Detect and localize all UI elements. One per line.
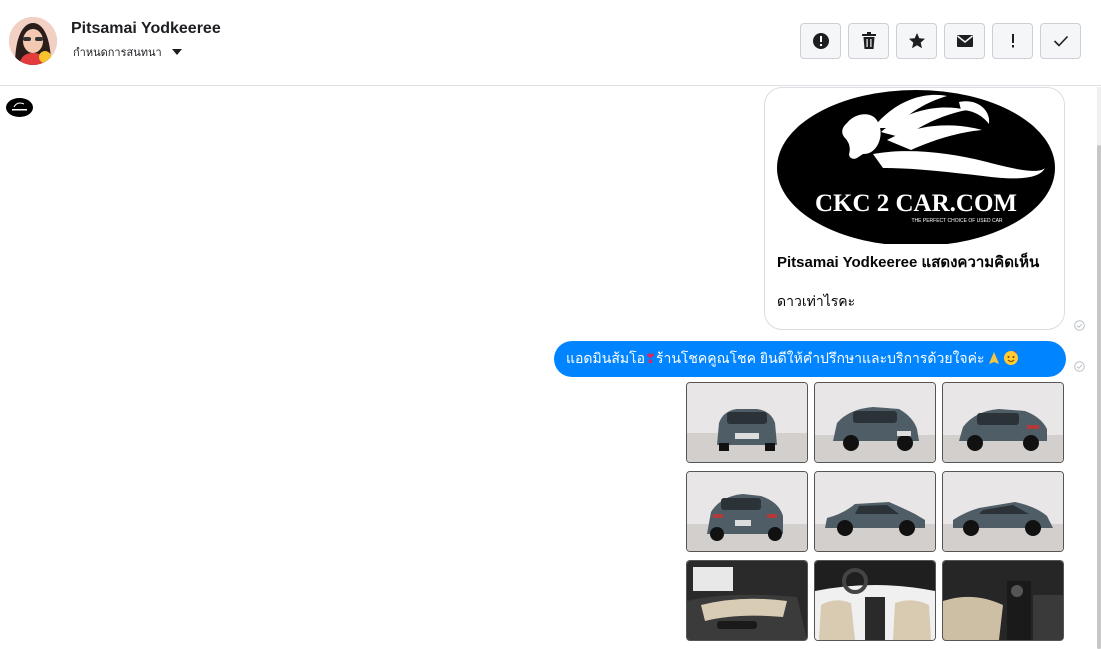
- message-bubble[interactable]: แอดมินส้มโอ ❣ ร้านโชคคูณโชค ยินดีให้คำปร…: [554, 341, 1066, 377]
- logo-tagline: THE PERFECT CHOICE OF USED CAR: [911, 218, 1002, 224]
- mark-spam-button[interactable]: [800, 23, 841, 59]
- card-title: Pitsamai Yodkeeree แสดงความคิดเห็น: [777, 254, 1040, 271]
- sent-check-icon: [1074, 320, 1085, 331]
- message-text-part1: แอดมินส้มโอ: [566, 350, 646, 366]
- photo-car-front-quarter[interactable]: [814, 382, 936, 463]
- avatar[interactable]: [9, 17, 57, 65]
- sent-check-icon: [1074, 361, 1085, 372]
- message-text-part2: ร้านโชคคูณโชค ยินดีให้คำปรึกษาและบริการด…: [655, 350, 985, 366]
- star-button[interactable]: [896, 23, 937, 59]
- alert-circle-icon: [812, 33, 829, 49]
- smiling-face-emoji-icon: [1003, 350, 1019, 369]
- photo-door-interior[interactable]: [686, 560, 808, 641]
- photo-car-front[interactable]: [686, 382, 808, 463]
- scrollbar-thumb[interactable]: [1097, 145, 1101, 649]
- exclamation-icon: [1011, 34, 1014, 48]
- page-avatar[interactable]: [6, 98, 33, 117]
- envelope-icon: [956, 35, 973, 47]
- photo-car-rear[interactable]: [686, 471, 808, 552]
- photo-car-side-right[interactable]: [814, 471, 936, 552]
- conversation-header: Pitsamai Yodkeeree กำหนดการสนทนา: [0, 0, 1101, 86]
- photo-car-side-left[interactable]: [942, 471, 1064, 552]
- trash-icon: [861, 32, 876, 49]
- heart-emoji-icon: ❣: [645, 351, 656, 366]
- star-icon: [908, 33, 925, 49]
- checkmark-icon: [1053, 35, 1068, 47]
- mark-unread-button[interactable]: [944, 23, 985, 59]
- praying-hands-emoji-icon: [987, 351, 1001, 368]
- comment-card[interactable]: CKC 2 CAR.COM THE PERFECT CHOICE OF USED…: [764, 87, 1065, 330]
- contact-name: Pitsamai Yodkeeree: [71, 20, 221, 37]
- logo-text: CKC 2 CAR.COM: [815, 190, 1017, 217]
- delete-button[interactable]: [848, 23, 889, 59]
- chevron-down-icon: [171, 49, 182, 55]
- assign-conversation-dropdown[interactable]: กำหนดการสนทนา: [73, 43, 182, 61]
- card-logo-image: CKC 2 CAR.COM THE PERFECT CHOICE OF USED…: [777, 88, 1055, 246]
- photo-console[interactable]: [942, 560, 1064, 641]
- card-body-text: ดาวเท่าไรคะ: [777, 293, 856, 309]
- photo-car-rear-quarter[interactable]: [942, 382, 1064, 463]
- header-actions: [800, 23, 1081, 59]
- photo-dashboard[interactable]: [814, 560, 936, 641]
- follow-up-button[interactable]: [992, 23, 1033, 59]
- mark-done-button[interactable]: [1040, 23, 1081, 59]
- assign-label: กำหนดการสนทนา: [73, 47, 162, 59]
